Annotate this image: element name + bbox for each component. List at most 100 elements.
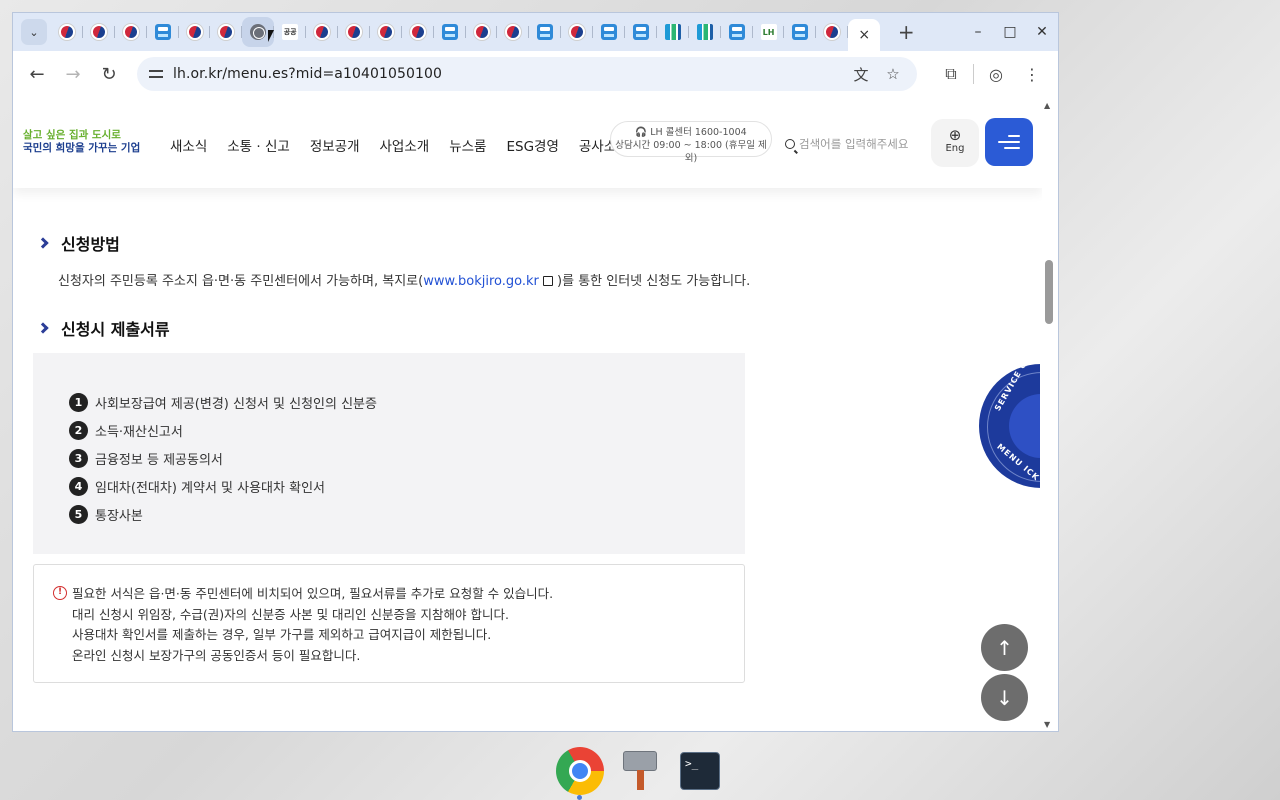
browser-tab[interactable] bbox=[593, 17, 625, 47]
browser-tab[interactable] bbox=[210, 17, 243, 47]
english-label: Eng bbox=[945, 143, 965, 154]
alert-icon: ! bbox=[53, 586, 67, 600]
browser-tab[interactable] bbox=[147, 17, 179, 47]
browser-tab[interactable] bbox=[83, 17, 115, 47]
browser-tab[interactable] bbox=[434, 17, 466, 47]
browser-toolbar: ← → ↻ lh.or.kr/menu.es?mid=a10401050100 … bbox=[13, 51, 1058, 97]
gnb-item[interactable]: 사업소개 bbox=[380, 135, 430, 155]
browser-tab[interactable] bbox=[529, 17, 562, 47]
callcenter-badge[interactable]: 🎧 LH 콜센터 1600-1004 상담시간 09:00 ~ 18:00 (휴… bbox=[610, 121, 772, 164]
back-button[interactable]: ← bbox=[19, 64, 55, 85]
lh-green-icon: LH bbox=[760, 24, 777, 40]
building-icon bbox=[696, 24, 713, 40]
browser-tab[interactable]: LH bbox=[753, 17, 785, 47]
browser-tab[interactable] bbox=[561, 17, 594, 47]
globe-icon bbox=[250, 24, 267, 40]
shelf-chrome[interactable] bbox=[555, 746, 605, 796]
url-text[interactable]: lh.or.kr/menu.es?mid=a10401050100 bbox=[173, 66, 442, 82]
close-window-icon[interactable]: ✕ bbox=[1026, 24, 1058, 40]
profile-icon[interactable]: ◎ bbox=[978, 65, 1014, 84]
site-info-icon[interactable] bbox=[149, 67, 163, 81]
scroll-down-arrow-icon[interactable]: ▼ bbox=[1044, 720, 1050, 729]
number-badge: 4 bbox=[69, 476, 88, 496]
lh-icon bbox=[792, 24, 809, 40]
minimize-icon[interactable]: – bbox=[962, 24, 994, 40]
address-bar[interactable]: lh.or.kr/menu.es?mid=a10401050100 文 ☆ bbox=[137, 57, 917, 91]
external-link-icon bbox=[542, 276, 553, 286]
page-viewport: 살고 싶은 집과 도시로 국민의 희망을 가꾸는 기업 새소식 소통 · 신고 정보… bbox=[13, 97, 1042, 731]
korea-gov-icon bbox=[824, 24, 841, 40]
browser-tab[interactable] bbox=[784, 17, 817, 47]
browser-window: ⌄ 공공 LH × + – □ ✕ ← → ↻ lh.or.kr/menu.es?m… bbox=[12, 12, 1059, 732]
forward-button[interactable]: → bbox=[55, 64, 91, 85]
browser-tab[interactable] bbox=[402, 17, 434, 47]
quick-menu-service-button[interactable]: SERVICE QU MENU ICK bbox=[979, 364, 1042, 488]
scroll-thumb[interactable] bbox=[1045, 260, 1053, 324]
text-favicon: 공공 bbox=[282, 24, 299, 40]
translate-icon[interactable]: 文 bbox=[845, 64, 877, 85]
chevron-down-icon: ⌄ bbox=[29, 25, 39, 39]
callcenter-number: 🎧 LH 콜센터 1600-1004 bbox=[635, 127, 747, 138]
english-button[interactable]: ⊕ Eng bbox=[931, 119, 979, 167]
list-item: 4 임대차(전대차) 계약서 및 사용대차 확인서 bbox=[69, 472, 377, 500]
mouse-cursor-icon bbox=[268, 30, 274, 42]
search-icon bbox=[785, 139, 795, 149]
shelf-terminal[interactable]: >_ bbox=[675, 746, 725, 796]
search-placeholder[interactable]: 검색어를 입력해주세요 bbox=[799, 136, 908, 152]
korea-gov-icon bbox=[218, 24, 235, 40]
hamburger-menu-button[interactable] bbox=[985, 118, 1033, 166]
gnb-item[interactable]: 소통 · 신고 bbox=[227, 135, 290, 155]
browser-tab[interactable]: 공공 bbox=[274, 17, 307, 47]
browser-menu-icon[interactable]: ⋮ bbox=[1014, 65, 1050, 84]
chevron-right-icon bbox=[37, 237, 49, 249]
notice-line: 온라인 신청시 보장가구의 공동인증서 등이 필요합니다. bbox=[72, 647, 361, 663]
new-tab-button[interactable]: + bbox=[894, 20, 918, 44]
browser-tab[interactable] bbox=[306, 17, 338, 47]
browser-tab[interactable] bbox=[466, 17, 498, 47]
number-badge: 1 bbox=[69, 393, 88, 413]
toolbar-divider bbox=[973, 64, 974, 84]
close-tab-icon[interactable]: × bbox=[858, 27, 870, 43]
scroll-bottom-button[interactable]: ↓ bbox=[981, 674, 1028, 721]
maximize-icon[interactable]: □ bbox=[994, 24, 1026, 40]
bookmark-star-icon[interactable]: ☆ bbox=[877, 65, 909, 83]
korea-gov-icon bbox=[58, 24, 75, 40]
page-scrollbar[interactable]: ▲ ▼ bbox=[1040, 97, 1058, 731]
scroll-up-arrow-icon[interactable]: ▲ bbox=[1044, 101, 1050, 110]
browser-tab[interactable] bbox=[497, 17, 530, 47]
browser-tab[interactable] bbox=[115, 17, 147, 47]
reload-button[interactable]: ↻ bbox=[91, 64, 127, 85]
site-search[interactable]: 검색어를 입력해주세요 bbox=[785, 136, 908, 152]
browser-tab[interactable] bbox=[370, 17, 402, 47]
os-shelf: >_ bbox=[0, 738, 1280, 800]
gnb-item[interactable]: ESG경영 bbox=[506, 135, 558, 155]
browser-tab[interactable] bbox=[625, 17, 657, 47]
browser-tab[interactable] bbox=[816, 17, 849, 47]
document-name: 통장사본 bbox=[95, 508, 143, 524]
shelf-tool-app[interactable] bbox=[615, 746, 665, 796]
extensions-icon[interactable]: ⧉ bbox=[933, 64, 969, 84]
scroll-top-button[interactable]: ↑ bbox=[981, 624, 1028, 671]
list-item: 2 소득·재산신고서 bbox=[69, 417, 377, 445]
tab-strip: 공공 LH × bbox=[51, 13, 881, 51]
browser-tab[interactable] bbox=[657, 17, 689, 47]
browser-tab[interactable] bbox=[721, 17, 753, 47]
korea-gov-icon bbox=[409, 24, 426, 40]
browser-tab[interactable] bbox=[689, 17, 721, 47]
globe-icon: ⊕ bbox=[948, 126, 962, 144]
gnb-item[interactable]: 정보공개 bbox=[310, 135, 360, 155]
gnb-item[interactable]: 새소식 bbox=[170, 135, 207, 155]
browser-tab[interactable] bbox=[51, 17, 83, 47]
browser-tab[interactable] bbox=[338, 17, 370, 47]
lh-icon bbox=[154, 24, 171, 40]
lh-icon bbox=[632, 24, 649, 40]
notice-line: 대리 신청시 위임장, 수급(권)자의 신분증 사본 및 대리인 신분증을 지참… bbox=[72, 606, 509, 622]
gnb-item[interactable]: 뉴스룸 bbox=[449, 135, 486, 155]
callcenter-hours: 상담시간 09:00 ~ 18:00 (휴무일 제외) bbox=[615, 140, 767, 164]
building-icon bbox=[664, 24, 681, 40]
tab-search-button[interactable]: ⌄ bbox=[21, 19, 47, 45]
bokjiro-link[interactable]: www.bokjiro.go.kr bbox=[423, 274, 539, 289]
lh-logo[interactable]: 살고 싶은 집과 도시로 국민의 희망을 가꾸는 기업 bbox=[23, 129, 140, 155]
browser-tab[interactable] bbox=[179, 17, 211, 47]
active-browser-tab[interactable]: × bbox=[848, 19, 881, 51]
